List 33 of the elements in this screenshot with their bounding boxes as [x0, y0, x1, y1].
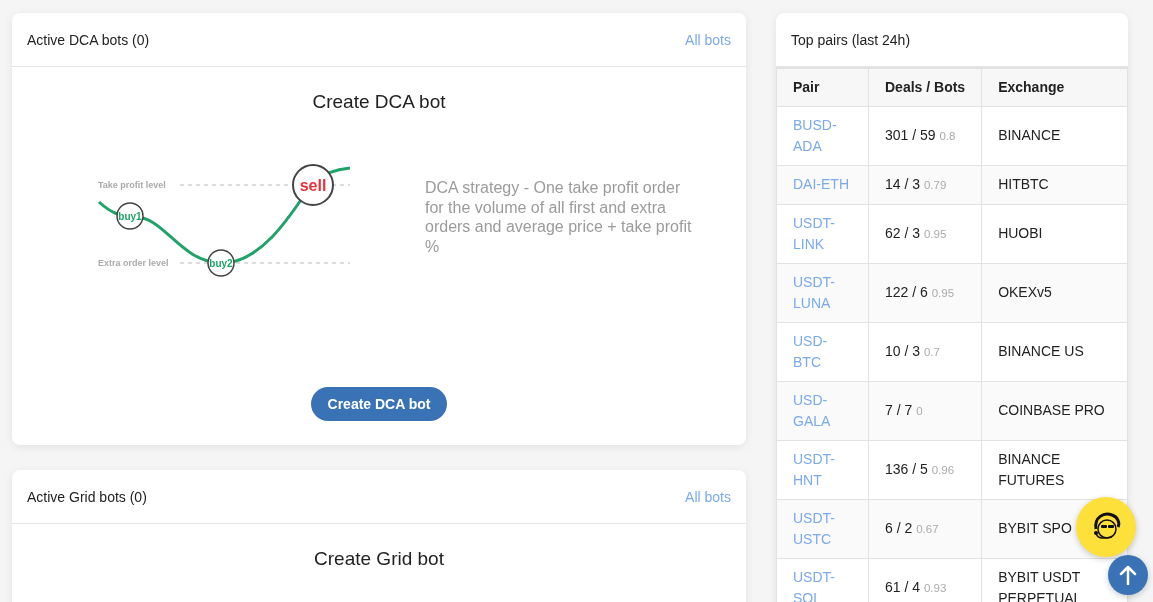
deals-cell: 301 / 59 0.8	[868, 106, 982, 165]
deals-cell: 6 / 2 0.67	[868, 499, 982, 558]
exchange-cell: HUOBI	[981, 204, 1128, 263]
deals-cell: 10 / 3 0.7	[868, 322, 982, 381]
deals-cell: 136 / 5 0.96	[868, 440, 982, 499]
deals-cell: 7 / 7 0	[868, 381, 982, 440]
exchange-cell: HITBTC	[981, 165, 1128, 204]
buy-label: buy2	[209, 258, 233, 269]
card-heading: Create DCA bot	[311, 91, 447, 113]
all-bots-link[interactable]: All bots	[685, 31, 731, 48]
card-title: Active Grid bots (0)	[27, 488, 147, 505]
arrow-up-icon	[1119, 565, 1137, 585]
deals-cell: 14 / 3 0.79	[868, 165, 982, 204]
buy-label: buy1	[118, 211, 142, 222]
exchange-cell: COINBASE PRO	[981, 381, 1128, 440]
create-bot-button[interactable]: Create DCA bot	[310, 387, 448, 421]
column-header: Exchange	[981, 68, 1128, 106]
all-bots-link[interactable]: All bots	[685, 488, 731, 505]
card-title: Active DCA bots (0)	[27, 31, 150, 48]
deals-cell: 122 / 6 0.95	[868, 263, 982, 322]
column-header: Pair	[776, 68, 869, 106]
level-label: Take profit level	[98, 180, 166, 190]
exchange-cell: BINANCE	[981, 106, 1128, 165]
level-label: Extra order level	[98, 258, 169, 268]
deals-cell: 62 / 3 0.95	[868, 204, 982, 263]
scroll-up-button[interactable]	[1108, 555, 1148, 595]
column-header: Deals / Bots	[868, 68, 982, 106]
exchange-cell: OKEXv5	[981, 263, 1128, 322]
exchange-cell: BINANCE US	[981, 322, 1128, 381]
card-heading: Create Grid bot	[313, 548, 445, 570]
strategy-description: DCA strategy - One take profit order for the volume of all first and extra orders and average price + take profit %	[425, 178, 693, 256]
sell-label: sell	[299, 177, 327, 194]
card-title: Top pairs (last 24h)	[791, 31, 911, 48]
